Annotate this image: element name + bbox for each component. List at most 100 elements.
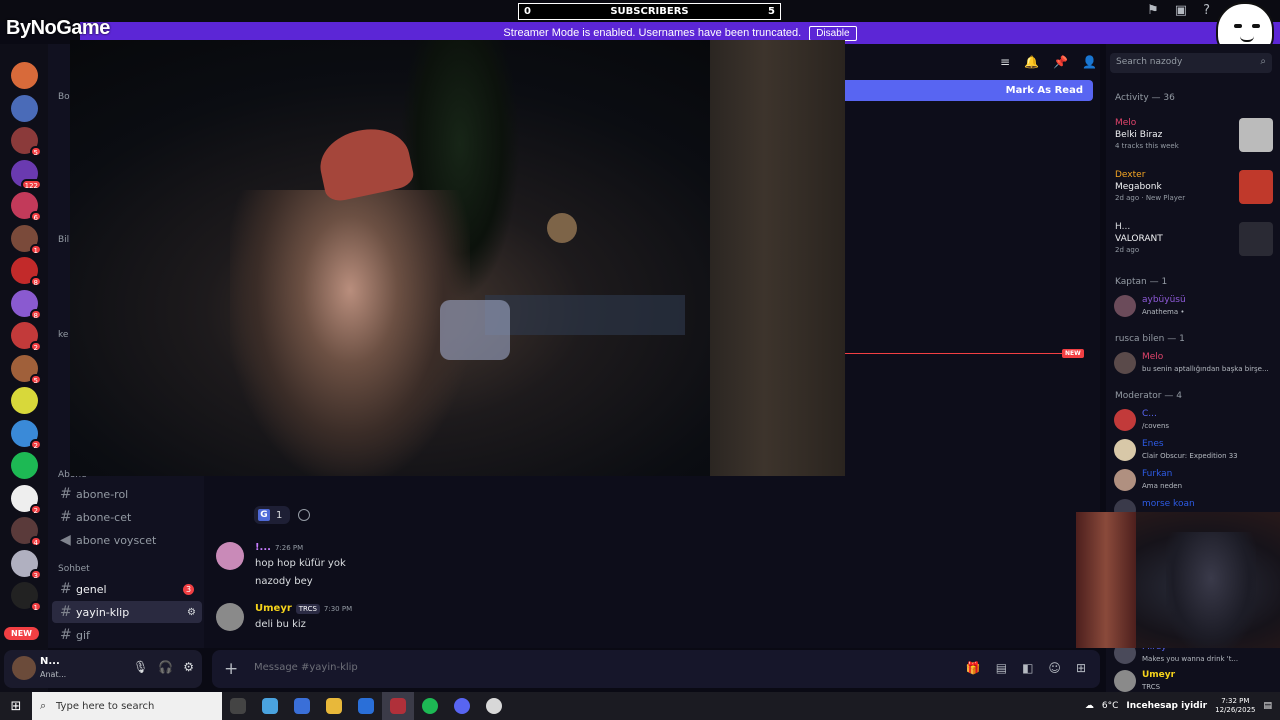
windows-start-icon[interactable]: ⊞ xyxy=(0,699,32,714)
server-icon[interactable]: 8 xyxy=(11,257,42,287)
spotify-icon[interactable] xyxy=(414,692,446,720)
activity-item[interactable]: H... VALORANT 2d ago xyxy=(1115,222,1273,256)
notifications-icon[interactable]: ▤ xyxy=(1263,701,1272,711)
channel-gif[interactable]: # gif xyxy=(52,624,202,646)
server-icon[interactable]: 1 xyxy=(11,224,42,255)
news-ticker[interactable]: Incehesap iyidir xyxy=(1126,701,1207,711)
mention-badge: 2 xyxy=(29,503,42,515)
server-icon[interactable]: 2 xyxy=(11,322,42,352)
flag-icon[interactable]: ⚑ xyxy=(1147,3,1159,18)
server-icon[interactable]: 5 xyxy=(11,127,42,157)
category-sohbet[interactable]: Sohbet xyxy=(58,564,90,574)
help-icon[interactable]: ? xyxy=(1203,3,1210,18)
search-input[interactable]: Search nazody ⌕ xyxy=(1110,53,1272,73)
subscriber-goal-bar: 0 SUBSCRIBERS 5 xyxy=(518,3,781,20)
file-explorer-icon[interactable] xyxy=(318,692,350,720)
new-servers-pill[interactable]: NEW xyxy=(4,627,39,640)
server-icon[interactable]: 2 xyxy=(11,484,42,515)
add-reaction-icon[interactable] xyxy=(298,509,310,521)
plus-icon[interactable]: + xyxy=(224,659,238,679)
channel-genel[interactable]: # genel 3 xyxy=(52,578,202,600)
text-channel-icon: # xyxy=(60,604,72,620)
server-icon[interactable] xyxy=(11,62,38,89)
channel-label: abone-cet xyxy=(76,510,132,524)
steam-icon[interactable] xyxy=(478,692,510,720)
reaction-chip[interactable]: G 1 xyxy=(254,506,290,524)
member-item[interactable]: C... /covens xyxy=(1114,407,1274,435)
message-text: hop hop küfür yok xyxy=(255,558,346,569)
mention-badge: 122 xyxy=(20,178,42,190)
server-icon[interactable]: 4 xyxy=(11,517,42,547)
activity-header[interactable]: Activity — 36 xyxy=(1115,93,1175,103)
threads-icon[interactable]: ≡ xyxy=(1000,55,1010,69)
server-icon[interactable]: 8 xyxy=(11,289,42,320)
settings-gear-icon[interactable]: ⚙ xyxy=(183,660,194,674)
task-view-icon[interactable] xyxy=(222,692,254,720)
member-item[interactable]: Furkan Ama neden xyxy=(1114,467,1274,495)
reaction-count: 1 xyxy=(276,509,283,521)
channel-yayin-klip[interactable]: # yayin-klip ⚙ xyxy=(52,601,202,623)
avatar xyxy=(1114,469,1136,491)
subs-current: 0 xyxy=(524,6,531,17)
member-item[interactable]: aybüyüsü Anathema • xyxy=(1114,293,1274,321)
message-header: !... 7:26 PM xyxy=(255,542,303,553)
server-icon[interactable] xyxy=(11,387,38,414)
emoji-icon[interactable]: ☺ xyxy=(1048,661,1061,675)
headphones-icon[interactable]: 🎧 xyxy=(158,660,173,674)
sticker-icon[interactable]: ◧ xyxy=(1022,661,1033,675)
apps-icon[interactable]: ⊞ xyxy=(1076,661,1086,675)
avatar[interactable] xyxy=(216,542,244,570)
gif-icon[interactable]: ▤ xyxy=(996,661,1007,675)
server-icon[interactable]: 3 xyxy=(11,549,42,580)
text-channel-icon: # xyxy=(60,509,72,525)
taskbar-search-input[interactable]: ⌕ Type here to search xyxy=(32,692,222,720)
channel-abone-rol[interactable]: # abone-rol xyxy=(52,483,202,505)
avatar[interactable] xyxy=(216,603,244,631)
channel-label: abone-rol xyxy=(76,487,129,501)
channel-abone-voyscet[interactable]: ◀ abone voyscet xyxy=(52,529,202,551)
role-group-header: Moderator — 4 xyxy=(1115,391,1182,401)
clock[interactable]: 7:32 PM 12/26/2025 xyxy=(1215,697,1255,715)
copilot-icon[interactable] xyxy=(254,692,286,720)
member-status: /covens xyxy=(1142,422,1170,430)
microphone-icon[interactable]: 🎙 xyxy=(133,660,148,674)
member-item[interactable]: Melo bu senin aptallığından başka birşe.… xyxy=(1114,350,1274,378)
author-name[interactable]: Umeyr xyxy=(255,603,292,614)
avatar[interactable] xyxy=(12,656,36,680)
obs-icon[interactable] xyxy=(382,692,414,720)
author-name[interactable]: !... xyxy=(255,542,271,553)
inbox-icon[interactable]: ▣ xyxy=(1175,3,1187,18)
activity-item[interactable]: Dexter Megabonk 2d ago · New Player xyxy=(1115,170,1273,204)
store-icon[interactable] xyxy=(286,692,318,720)
bell-icon[interactable]: 🔔 xyxy=(1024,55,1039,69)
server-icon[interactable]: 6 xyxy=(11,192,42,222)
server-icon[interactable] xyxy=(11,452,38,479)
channel-settings-icon[interactable]: ⚙ xyxy=(187,607,196,618)
server-icon[interactable]: 2 xyxy=(11,419,42,450)
server-icon[interactable]: 122 xyxy=(11,159,42,190)
weather-temp[interactable]: 6°C xyxy=(1102,701,1119,711)
message-composer[interactable]: + Message #yayin-klip 🎁 ▤ ◧ ☺ ⊞ xyxy=(212,650,1100,688)
message-header: Umeyr TRCS 7:30 PM xyxy=(255,603,352,614)
server-icon[interactable]: 1 xyxy=(11,582,42,612)
mention-badge: 5 xyxy=(29,146,42,157)
windows-taskbar: ⊞ ⌕ Type here to search ☁ 6°C Incehesap … xyxy=(0,692,1280,720)
mention-badge: 8 xyxy=(29,308,42,320)
members-icon[interactable]: 👤 xyxy=(1082,55,1097,69)
activity-item[interactable]: Melo Belki Biraz 4 tracks this week xyxy=(1115,118,1273,152)
member-status: Clair Obscur: Expedition 33 xyxy=(1142,452,1238,460)
channel-abone-cet[interactable]: # abone-cet xyxy=(52,506,202,528)
mark-as-read-button[interactable]: Mark As Read xyxy=(845,80,1093,101)
composer-placeholder: Message #yayin-klip xyxy=(254,662,358,673)
server-icon[interactable] xyxy=(11,94,38,122)
outlook-icon[interactable] xyxy=(350,692,382,720)
disable-button[interactable]: Disable xyxy=(809,25,857,41)
discord-icon[interactable] xyxy=(446,692,478,720)
title-bar-icons: ⚑ ▣ ? xyxy=(1147,3,1210,18)
member-item[interactable]: Enes Clair Obscur: Expedition 33 xyxy=(1114,437,1274,465)
server-icon[interactable]: 5 xyxy=(11,354,42,385)
pin-icon[interactable]: 📌 xyxy=(1053,55,1068,69)
search-icon: ⌕ xyxy=(1260,56,1266,67)
gift-icon[interactable]: 🎁 xyxy=(966,661,981,675)
timestamp: 7:30 PM xyxy=(323,604,353,613)
